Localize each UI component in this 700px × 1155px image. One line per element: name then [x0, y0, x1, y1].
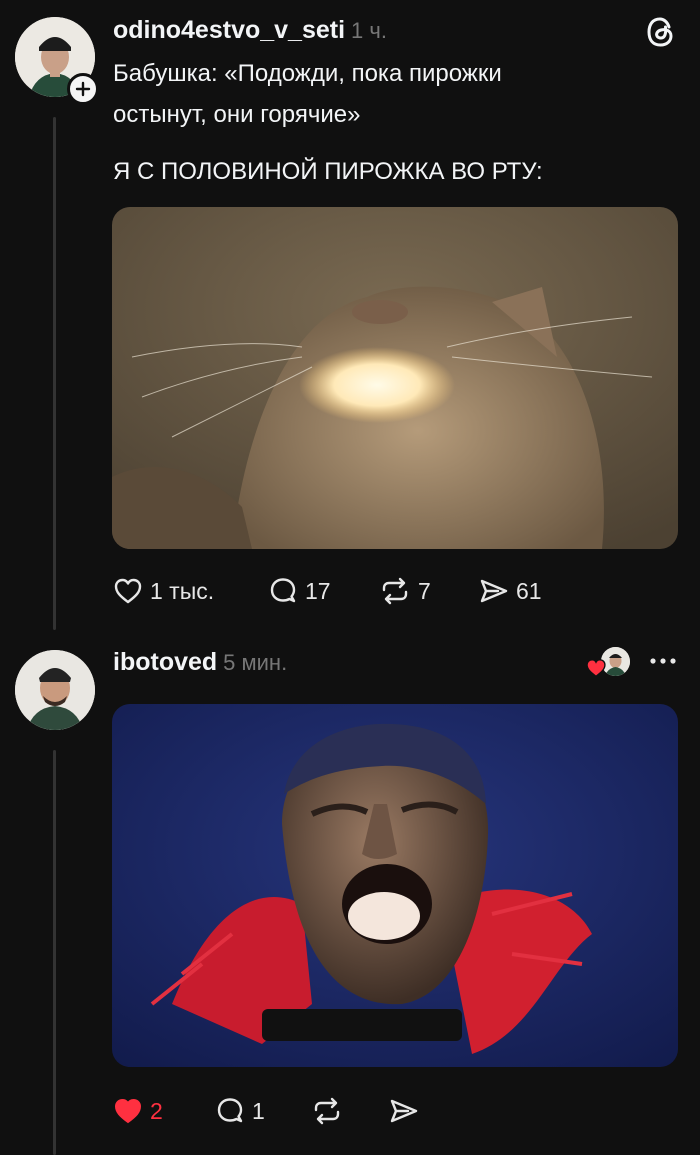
more-icon[interactable]: [648, 651, 678, 671]
post1-share-button[interactable]: 61: [478, 575, 542, 607]
post2-like-button[interactable]: 2: [112, 1095, 163, 1127]
post2-comments-count: 1: [252, 1097, 265, 1124]
post2-header: ibotoved 5 мин.: [113, 648, 287, 678]
post1-like-button[interactable]: 1 тыс.: [112, 575, 214, 607]
threads-logo-icon[interactable]: [643, 14, 679, 50]
send-icon: [480, 579, 508, 603]
follow-button[interactable]: [67, 73, 99, 105]
heart-icon: [114, 1098, 142, 1124]
post1-comments-count: 17: [305, 577, 331, 604]
plus-icon: [75, 81, 91, 97]
post2-time: 5 мин.: [223, 650, 288, 675]
post1-text-line3: Я С ПОЛОВИНОЙ ПИРОЖКА ВО РТУ:: [113, 158, 543, 185]
post2-share-button[interactable]: [388, 1095, 420, 1127]
thread-line: [53, 750, 56, 1155]
post1-image[interactable]: [112, 207, 678, 549]
repost-icon: [382, 577, 408, 605]
post1-shares-count: 61: [516, 577, 542, 604]
post2-image[interactable]: [112, 704, 678, 1067]
post1-reposts-count: 7: [418, 577, 431, 604]
post1-text-line2: остынут, они горячие»: [113, 101, 361, 128]
thread-line: [53, 117, 56, 630]
post2-comment-button[interactable]: 1: [214, 1095, 265, 1127]
comment-icon: [217, 1098, 243, 1123]
post1-comment-button[interactable]: 17: [267, 575, 331, 607]
post2-avatar[interactable]: [15, 650, 95, 730]
post1-time: 1 ч.: [351, 18, 387, 43]
liked-by-indicator[interactable]: [585, 647, 631, 679]
heart-icon: [586, 659, 606, 678]
cat-photo: [112, 207, 678, 549]
post1-likes-count: 1 тыс.: [150, 577, 215, 604]
singer-photo: [112, 704, 678, 1067]
post1-username[interactable]: odino4estvo_v_seti: [113, 16, 345, 45]
avatar-illustration: [15, 650, 95, 730]
post1-header: odino4estvo_v_seti 1 ч.: [113, 16, 387, 46]
post2-username[interactable]: ibotoved: [113, 648, 217, 677]
post2-repost-button[interactable]: [310, 1095, 344, 1127]
post1-repost-button[interactable]: 7: [378, 575, 431, 607]
send-icon: [390, 1099, 418, 1123]
post2-likes-count: 2: [150, 1097, 163, 1124]
comment-icon: [270, 578, 296, 603]
heart-icon: [114, 578, 142, 604]
post1-text-line1: Бабушка: «Подожди, пока пирожки: [113, 60, 502, 87]
repost-icon: [314, 1097, 340, 1125]
